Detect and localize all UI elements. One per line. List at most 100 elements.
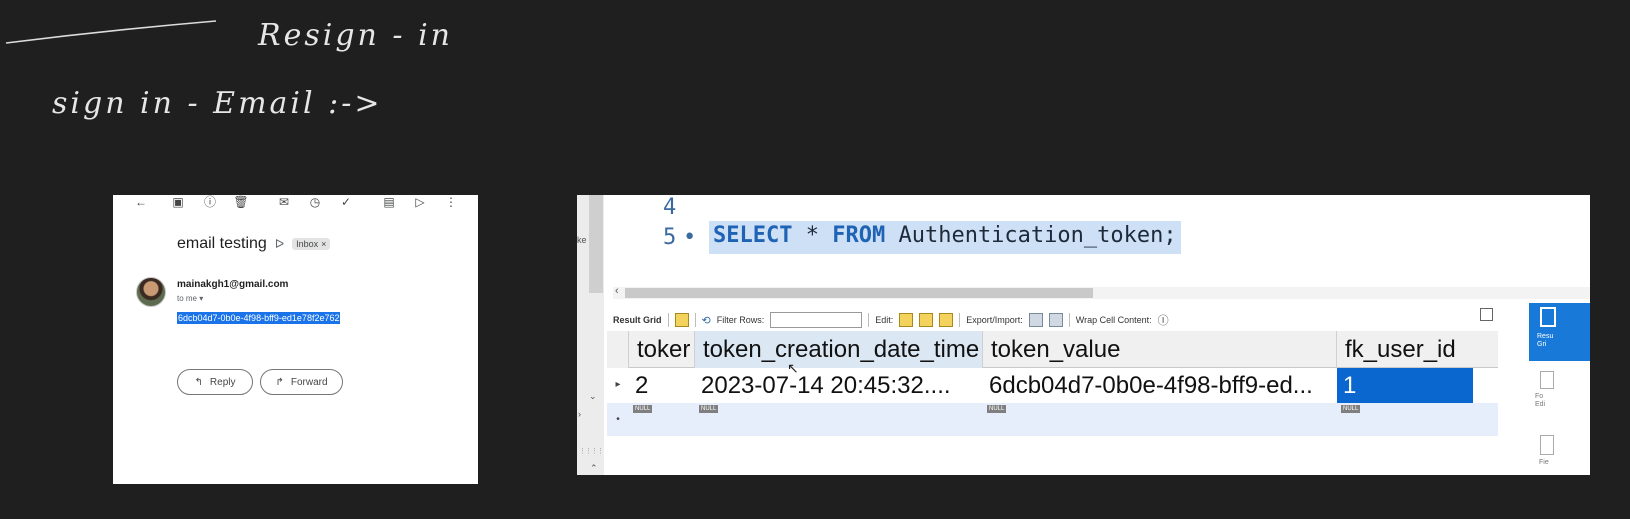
filter-rows-input[interactable] <box>770 312 863 328</box>
add-task-icon[interactable]: ✓ <box>338 195 354 210</box>
back-arrow-icon[interactable]: ← <box>133 195 149 210</box>
reply-label: Reply <box>209 376 236 388</box>
divider <box>868 313 870 327</box>
chevron-down-icon: ▾ <box>199 294 204 303</box>
chevron-up-icon[interactable]: ⌃ <box>590 463 598 474</box>
form-label-line1: Fo <box>1535 393 1544 400</box>
forward-icon: ↱ <box>275 376 284 388</box>
export-import-label: Export/Import: <box>966 315 1023 325</box>
handwritten-sign-in-email: sign in - Email :-> <box>52 86 383 121</box>
table-cell[interactable]: 2023-07-14 20:45:32.... <box>695 368 983 403</box>
report-spam-icon[interactable]: ⓘ <box>202 195 218 210</box>
divider <box>667 313 669 327</box>
null-badge: NULL <box>699 405 719 413</box>
field-types-side-label: Fie <box>1539 459 1549 466</box>
horizontal-scrollbar[interactable]: ‹ <box>613 285 1590 299</box>
handwritten-resign-in: Resign - in <box>258 18 453 53</box>
statement-bullet: • <box>683 225 697 250</box>
edit-row-icon[interactable] <box>899 313 914 327</box>
result-grid-tab[interactable]: Result Grid <box>613 315 662 325</box>
new-row-marker-icon: • <box>616 414 620 425</box>
inbox-label-chip[interactable]: Inbox × <box>292 238 331 250</box>
gmail-toolbar: ← ▣ ⓘ 🗑 ✉ ◷ ✓ ▤ ▷ ⋮ <box>113 195 478 211</box>
table-cell[interactable]: 6dcb04d7-0b0e-4f98-bff9-ed... <box>983 368 1337 403</box>
column-header[interactable]: fk_user_id <box>1337 331 1473 368</box>
wrap-cell-icon[interactable]: Ⓘ <box>1158 312 1169 328</box>
edit-label: Edit: <box>875 315 894 325</box>
divider <box>1068 313 1070 327</box>
sender-avatar[interactable] <box>136 277 166 307</box>
delete-row-icon[interactable] <box>939 313 954 327</box>
splitter-grip-icon[interactable]: ⋮⋮⋮⋮ <box>579 447 604 455</box>
table-row[interactable]: ▸ 2 2023-07-14 20:45:32.... 6dcb04d7-0b0… <box>607 368 1498 403</box>
line-number-4: 4 <box>663 195 677 220</box>
result-grid-side-label: Resu Gri <box>1537 333 1553 349</box>
subject-row: email testing ᐅ Inbox × <box>177 235 331 253</box>
row-pointer-icon: ▸ <box>615 379 621 390</box>
delete-icon[interactable]: 🗑 <box>233 195 249 210</box>
null-badge: NULL <box>633 405 653 413</box>
line-number-5: 5 <box>663 225 677 250</box>
sql-keyword-from: FROM <box>832 223 886 248</box>
side-label-line2: Gri <box>1537 341 1547 348</box>
gutter-label: ke <box>577 235 587 245</box>
sql-statement[interactable]: SELECT * FROM Authentication_token; <box>709 221 1181 254</box>
grid-view-icon[interactable] <box>674 313 689 327</box>
sql-star: * <box>805 223 819 248</box>
inbox-label-text: Inbox <box>296 239 319 249</box>
wrap-cell-label: Wrap Cell Content: <box>1075 315 1152 325</box>
email-subject: email testing <box>177 235 267 252</box>
divider <box>959 313 961 327</box>
reply-button[interactable]: ↰ Reply <box>177 369 253 395</box>
snooze-icon[interactable]: ◷ <box>307 195 323 210</box>
recipient-text: to me <box>177 294 198 303</box>
email-body-token-selected[interactable]: 6dcb04d7-0b0e-4f98-bff9-ed1e78f2e762 <box>177 312 341 324</box>
reply-icon: ↰ <box>194 376 203 388</box>
chevron-down-icon[interactable]: ⌄ <box>589 391 597 402</box>
toggle-panel-icon[interactable] <box>1480 308 1493 321</box>
gmail-message-panel: ← ▣ ⓘ 🗑 ✉ ◷ ✓ ▤ ▷ ⋮ email testing ᐅ Inbo… <box>113 195 478 484</box>
column-header[interactable]: token_value <box>983 331 1337 368</box>
recipient-details-toggle[interactable]: to me ▾ <box>177 294 203 303</box>
grid-header-row: toker token_creation_date_time token_val… <box>607 331 1498 368</box>
export-icon[interactable] <box>1028 313 1043 327</box>
form-editor-side-label: Fo Edi <box>1535 393 1545 409</box>
side-label-line1: Resu <box>1537 333 1554 340</box>
divider <box>694 313 696 327</box>
vertical-scrollbar[interactable] <box>589 195 603 293</box>
result-grid-side-tab[interactable] <box>1529 303 1590 361</box>
label-icon[interactable]: ▷ <box>412 195 428 210</box>
filter-rows-label: Filter Rows: <box>716 315 765 325</box>
row-header-corner <box>607 331 629 368</box>
add-row-icon[interactable] <box>919 313 934 327</box>
sql-table-name: Authentication_token; <box>898 223 1177 248</box>
field-types-icon[interactable] <box>1540 435 1554 455</box>
column-header[interactable]: toker <box>629 331 695 368</box>
remove-label-icon[interactable]: × <box>321 239 326 249</box>
forward-button[interactable]: ↱ Forward <box>260 369 343 395</box>
sql-keyword-select: SELECT <box>713 223 793 248</box>
table-cell-selected[interactable]: 1 <box>1337 368 1473 403</box>
sender-email: mainakgh1@gmail.com <box>177 279 289 290</box>
null-badge: NULL <box>1341 405 1361 413</box>
more-options-icon[interactable]: ⋮ <box>443 195 459 210</box>
mark-unread-icon[interactable]: ✉ <box>276 195 292 210</box>
new-row-placeholder[interactable]: • NULL NULL NULL NULL <box>607 403 1498 436</box>
form-editor-icon[interactable] <box>1540 371 1554 389</box>
move-to-icon[interactable]: ▤ <box>381 195 397 210</box>
scroll-left-icon[interactable]: ‹ <box>615 285 619 297</box>
refresh-icon[interactable]: ⟲ <box>702 314 711 327</box>
chevron-right-icon[interactable]: › <box>578 409 581 419</box>
forward-label: Forward <box>290 376 328 388</box>
column-header[interactable]: token_creation_date_time <box>695 331 983 368</box>
null-badge: NULL <box>987 405 1007 413</box>
table-cell[interactable]: 2 <box>629 368 695 403</box>
result-toolbar: Result Grid ⟲ Filter Rows: Edit: Export/… <box>613 308 1533 332</box>
archive-icon[interactable]: ▣ <box>170 195 186 210</box>
importance-marker-icon[interactable]: ᐅ <box>275 237 284 251</box>
result-grid-icon <box>1540 307 1556 327</box>
import-icon[interactable] <box>1048 313 1063 327</box>
mouse-cursor-icon: ↖ <box>787 360 799 376</box>
scrollbar-thumb[interactable] <box>625 288 1093 298</box>
form-label-line2: Edi <box>1535 401 1546 408</box>
